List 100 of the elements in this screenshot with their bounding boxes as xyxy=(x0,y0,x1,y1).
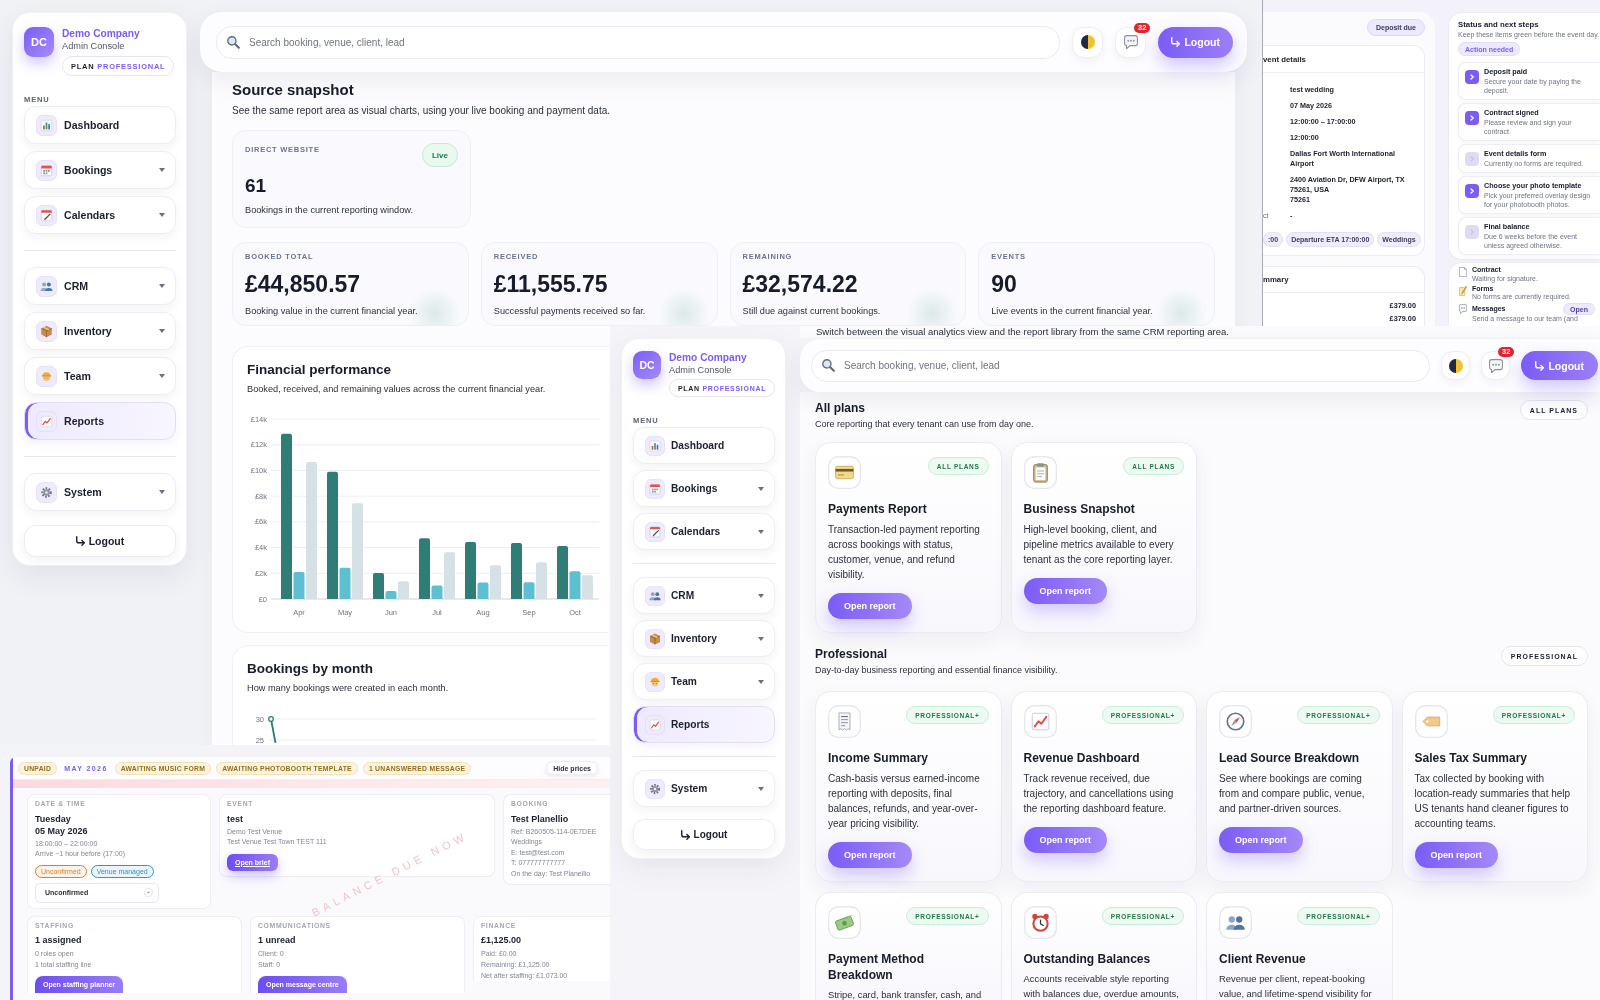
calendar-pen-icon xyxy=(645,521,665,542)
open-report-button[interactable]: Open report xyxy=(1023,827,1107,853)
card-heading: Test Planellio xyxy=(511,812,569,825)
logout-arrow-icon xyxy=(1535,360,1545,371)
source-note: Bookings in the current reporting window. xyxy=(245,204,414,216)
card-heading: 1 assigned xyxy=(35,934,82,946)
report-title: Client Revenue xyxy=(1219,951,1306,967)
search-field[interactable]: Search booking, venue, client, lead xyxy=(216,25,1061,59)
company-name: Demo Company xyxy=(62,27,140,40)
bar-chart-icon xyxy=(36,114,57,136)
menu-item[interactable]: Calendars xyxy=(24,196,176,234)
menu-item[interactable]: Reports xyxy=(633,706,775,743)
receipt-icon xyxy=(828,705,861,738)
menu-item[interactable]: Team xyxy=(24,357,176,395)
menu-item[interactable]: Team xyxy=(633,663,775,700)
chart-title: Bookings by month xyxy=(247,660,374,678)
document-icon xyxy=(1459,267,1467,277)
card-heading: test xyxy=(227,812,243,825)
source-value: 61 xyxy=(245,175,267,197)
menu-item[interactable]: Bookings xyxy=(24,151,176,189)
report-title: Payments Report xyxy=(828,501,927,517)
report-description: Accounts receivable style reporting with balances due, overdue amounts, xyxy=(1023,972,1180,1000)
logout-button[interactable]: Logout xyxy=(1521,351,1598,380)
search-field[interactable]: Search booking, venue, client, lead xyxy=(811,349,1431,382)
report-description: See where bookings are coming from and compare public, venue, and partner-driven sources. xyxy=(1219,772,1366,816)
open-report-button[interactable]: Open report xyxy=(828,842,912,868)
calendar-icon xyxy=(36,159,57,181)
report-description: Revenue per client, repeat-booking value, and lifetime-spend visibility for xyxy=(1219,972,1373,1000)
search-icon xyxy=(227,35,240,49)
report-description: Cash-basis versus earned-income reporting with deposits, final balances, refunds, and year-over-year pricing visibility. xyxy=(828,772,981,831)
chart-description: Booked, received, and remaining values across the current financial year. xyxy=(247,383,547,396)
menu-item[interactable]: System xyxy=(633,770,775,807)
compass-icon xyxy=(1219,705,1252,738)
open-report-button[interactable]: Open report xyxy=(1414,842,1498,868)
page-description: Switch between the visual analytics view and the report library from the same CRM reporting area. xyxy=(800,326,1600,338)
notepad-pencil-icon xyxy=(1459,285,1467,296)
section-description: Core reporting that every tenant can use from day one. xyxy=(815,418,1034,431)
stat-note: Still due against current bookings. xyxy=(742,305,881,317)
menu-item[interactable]: Dashboard xyxy=(633,427,775,464)
logout-button[interactable]: Logout xyxy=(633,819,775,850)
bar-chart-icon xyxy=(645,435,665,456)
people-icon xyxy=(645,585,665,606)
speech-bubble-icon xyxy=(1459,304,1467,314)
menu-item[interactable]: System xyxy=(24,473,176,511)
stat-value: £32,574.22 xyxy=(742,271,858,297)
stat-value: £11,555.75 xyxy=(493,271,608,297)
open-report-button[interactable]: Open report xyxy=(1023,578,1107,604)
logout-button[interactable]: Logout xyxy=(24,525,176,557)
section-description: See the same report area as visual charts, using your live booking and payment data. xyxy=(232,104,611,117)
menu-item[interactable]: Inventory xyxy=(24,312,176,350)
menu-item[interactable]: Calendars xyxy=(633,513,775,550)
logout-arrow-icon xyxy=(1171,37,1181,47)
stat-note: Successful payments received so far. xyxy=(493,305,646,317)
menu-item[interactable]: CRM xyxy=(24,267,176,305)
theme-toggle-button[interactable] xyxy=(1441,351,1471,380)
report-title: Lead Source Breakdown xyxy=(1219,750,1360,766)
menu-item[interactable]: Dashboard xyxy=(24,106,176,144)
company-logo: DC xyxy=(24,27,54,57)
company-logo: DC xyxy=(633,351,661,379)
menu-item[interactable]: Bookings xyxy=(633,470,775,507)
report-title: Sales Tax Summary xyxy=(1414,750,1527,766)
logout-arrow-icon xyxy=(680,829,690,840)
menu-item[interactable]: Reports xyxy=(24,402,176,440)
stat-value: £44,850.57 xyxy=(245,271,361,297)
clipboard-icon xyxy=(1023,456,1057,489)
status-badge: Live xyxy=(422,143,458,167)
menu-item[interactable]: CRM xyxy=(633,577,775,614)
report-description: Track revenue received, due trajectory, and cancellations using the reporting dashboard feature. xyxy=(1023,772,1175,816)
logout-button[interactable]: Logout xyxy=(1158,26,1233,58)
report-title: Income Summary xyxy=(828,750,929,766)
credit-card-icon xyxy=(828,456,861,489)
stat-value: 90 xyxy=(991,271,1017,297)
console-label: Admin Console xyxy=(62,40,125,52)
chart-description: How many bookings were created in each month. xyxy=(247,682,450,695)
worker-icon xyxy=(36,365,57,387)
money-icon xyxy=(828,906,861,939)
report-title: Business Snapshot xyxy=(1023,501,1135,517)
stat-note: Booking value in the current financial year. xyxy=(245,305,418,317)
section-title: All plans xyxy=(815,400,866,416)
open-report-button[interactable]: Open report xyxy=(828,593,912,619)
section-description: Day-to-day business reporting and essential finance visibility. xyxy=(815,664,1058,677)
report-description: Tax collected by booking with location-ready summaries that help US tenants hand cleaner figures to accounting teams. xyxy=(1414,772,1572,831)
half-moon-icon xyxy=(1448,358,1463,373)
section-title: Professional xyxy=(815,646,889,662)
menu-item[interactable]: Inventory xyxy=(633,620,775,657)
search-icon xyxy=(822,359,835,372)
open-report-button[interactable]: Open report xyxy=(1219,827,1303,853)
card-heading: Tuesday 05 May 2026 xyxy=(35,812,88,837)
people-icon xyxy=(36,275,57,297)
theme-toggle-button[interactable] xyxy=(1072,26,1104,58)
calendar-pen-icon xyxy=(36,204,57,226)
company-name: Demo Company xyxy=(669,351,747,364)
report-title: Payment Method Breakdown xyxy=(828,951,925,983)
speech-bubble-icon xyxy=(1488,358,1503,373)
stat-note: Live events in the current financial year. xyxy=(991,305,1153,317)
tag-icon xyxy=(1414,705,1448,738)
line-chart-icon xyxy=(36,410,57,432)
chart-title: Financial performance xyxy=(247,361,393,379)
box-icon xyxy=(36,320,57,342)
people-icon xyxy=(1219,906,1252,939)
